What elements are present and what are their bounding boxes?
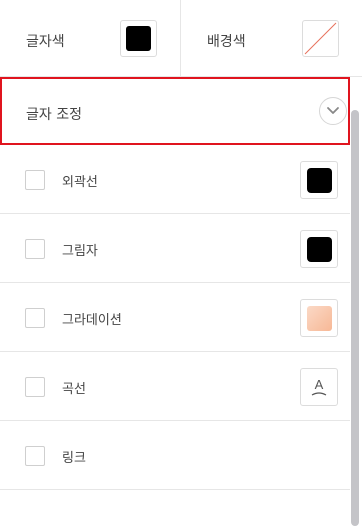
curved-text-icon: A [311,378,327,396]
list-item-link: 링크 [0,421,350,490]
link-checkbox[interactable] [25,446,45,466]
text-color-swatch [126,26,151,51]
curve-checkbox[interactable] [25,377,45,397]
gradient-label: 그라데이션 [62,313,122,328]
curve-label: 곡선 [62,382,86,397]
scrollbar[interactable] [351,110,359,526]
text-adjust-list: 외곽선 그림자 그라데이션 곡선 A 링크 [0,145,350,490]
chevron-down-icon [327,107,339,114]
bg-color-swatch-button[interactable] [302,20,339,57]
shadow-color-swatch [306,236,332,262]
gradient-swatch [306,305,332,331]
curve-icon-letter: A [314,377,324,392]
text-color-cell: 글자색 [0,0,181,77]
link-label: 링크 [62,451,86,466]
curve-arc-icon [311,392,327,396]
section-title: 글자 조정 [26,107,82,123]
gradient-color-button[interactable] [300,299,338,337]
text-color-label: 글자색 [26,34,65,50]
gradient-checkbox[interactable] [25,308,45,328]
curve-settings-button[interactable]: A [300,368,338,406]
shadow-label: 그림자 [62,244,98,259]
list-item-curve: 곡선 A [0,352,350,421]
collapse-button[interactable] [319,97,347,125]
bg-color-label: 배경색 [207,34,246,50]
color-row: 글자색 배경색 [0,0,362,77]
outline-color-swatch [306,167,332,193]
outline-checkbox[interactable] [25,170,45,190]
list-item-gradient: 그라데이션 [0,283,350,352]
no-color-icon [304,22,337,55]
text-adjust-section-header[interactable]: 글자 조정 [0,77,350,145]
list-item-outline: 외곽선 [0,145,350,214]
outline-color-button[interactable] [300,161,338,199]
outline-label: 외곽선 [62,175,98,190]
shadow-checkbox[interactable] [25,239,45,259]
list-item-shadow: 그림자 [0,214,350,283]
bg-color-cell: 배경색 [181,0,362,77]
text-color-swatch-button[interactable] [120,20,157,57]
shadow-color-button[interactable] [300,230,338,268]
